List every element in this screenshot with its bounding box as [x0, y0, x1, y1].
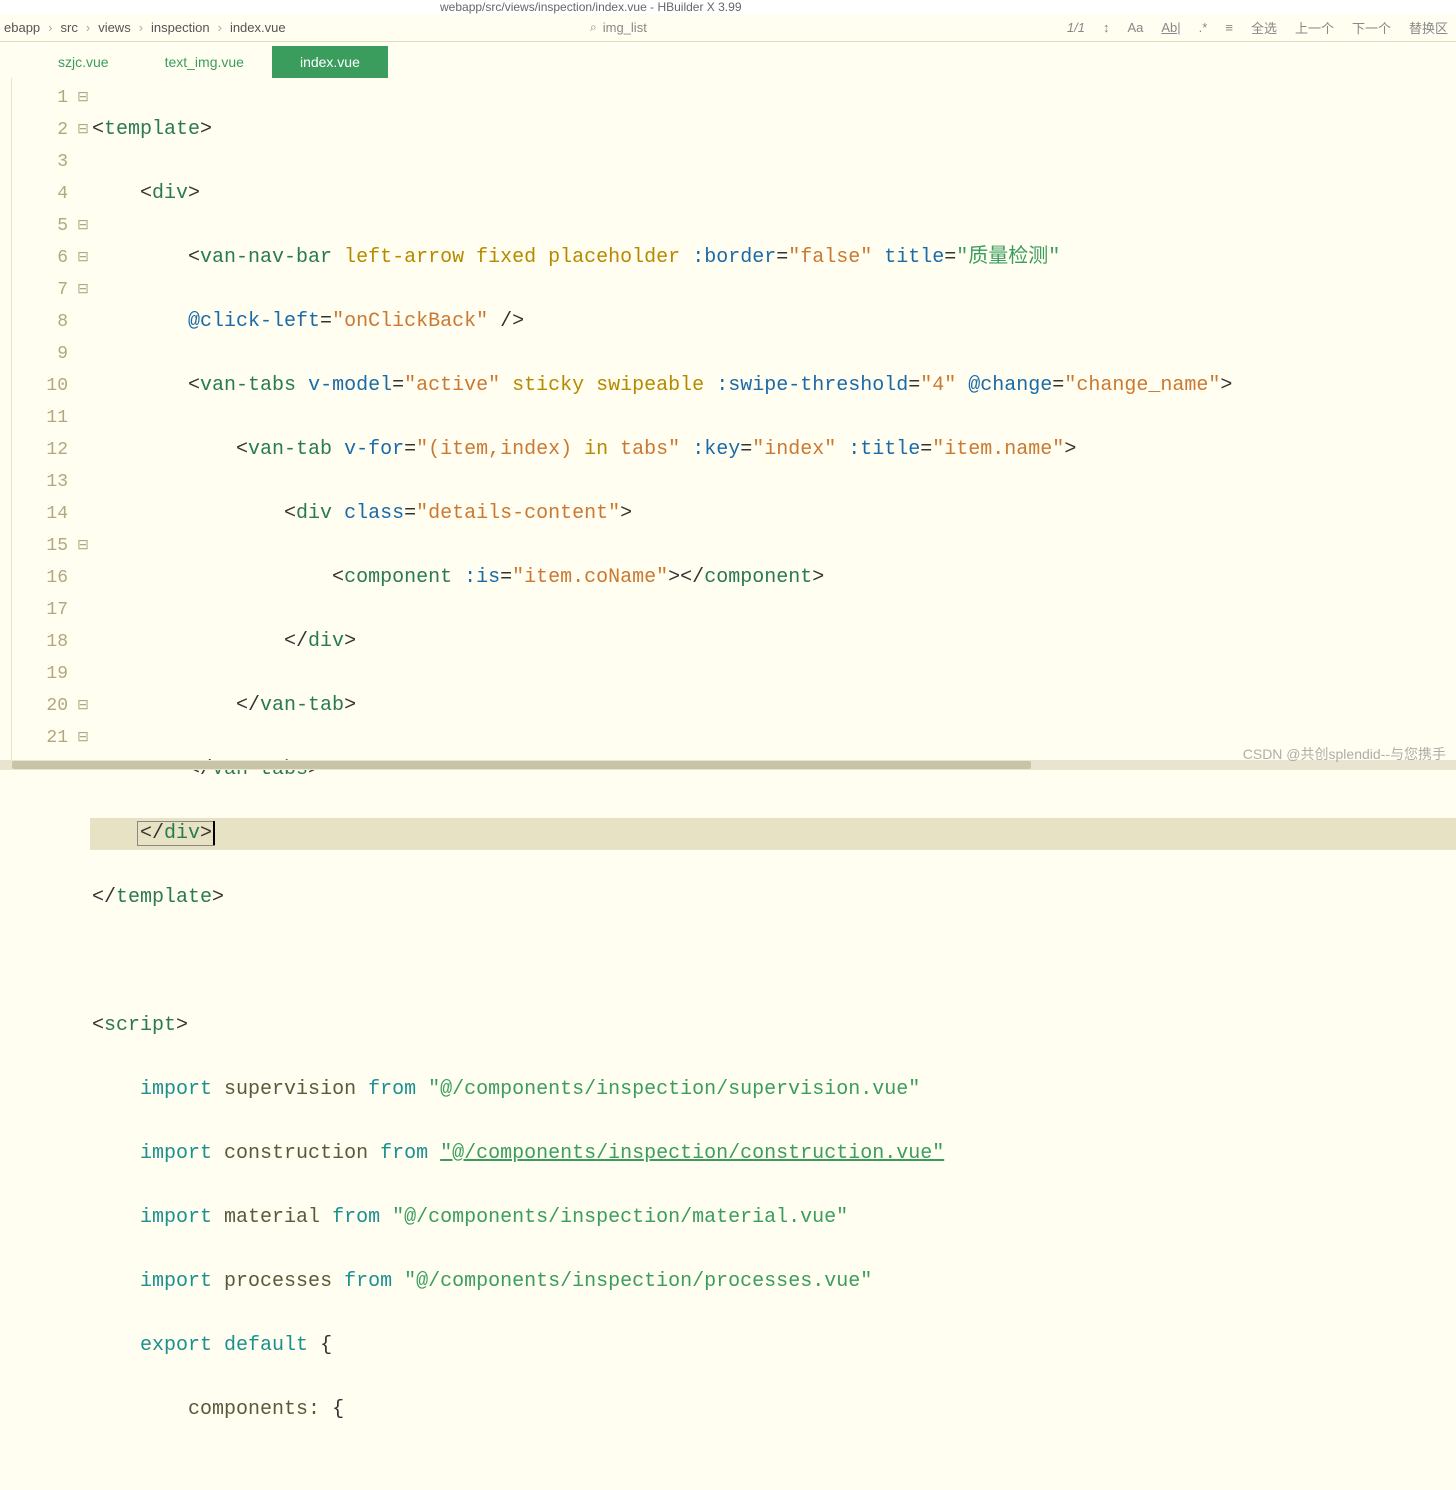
- header-row: ebapp › src › views › inspection › index.vue…: [0, 14, 1456, 42]
- replace-button[interactable]: 替换区: [1409, 18, 1448, 37]
- lines-icon[interactable]: ≡: [1225, 20, 1233, 35]
- breadcrumb-item[interactable]: inspection: [151, 20, 210, 35]
- breadcrumb-item[interactable]: ebapp: [4, 20, 40, 35]
- tab-text-img[interactable]: text_img.vue: [137, 46, 272, 78]
- scrollbar-thumb[interactable]: [12, 761, 1031, 769]
- search-icon: ⌕: [590, 20, 597, 35]
- watermark: CSDN @共创splendid--与您携手: [1243, 744, 1446, 764]
- editor-tabs: szjc.vue text_img.vue index.vue: [0, 42, 1456, 78]
- tab-szjc[interactable]: szjc.vue: [30, 46, 137, 78]
- chevron-right-icon: ›: [86, 20, 90, 35]
- chevron-right-icon: ›: [139, 20, 143, 35]
- horizontal-scrollbar[interactable]: [0, 760, 1456, 770]
- prev-button[interactable]: 上一个: [1295, 18, 1334, 37]
- line-gutter: 123456789101112131415161718192021: [12, 78, 76, 770]
- tab-index[interactable]: index.vue: [272, 46, 388, 78]
- menu-bar: webapp/src/views/inspection/index.vue - …: [0, 0, 1456, 14]
- chevron-right-icon: ›: [218, 20, 222, 35]
- match-counter: 1/1: [1067, 20, 1085, 35]
- search-box[interactable]: ⌕ img_list: [590, 20, 647, 35]
- fold-column: ⊟⊟⊟⊟⊟⊟⊟⊟: [76, 78, 90, 770]
- marker-strip: [0, 78, 12, 770]
- search-toolbar: 1/1 ↕ Aa Ab| .* ≡ 全选 上一个 下一个 替换区: [1067, 18, 1448, 37]
- chevron-right-icon: ›: [48, 20, 52, 35]
- search-input[interactable]: img_list: [603, 20, 647, 35]
- case-toggle[interactable]: Aa: [1127, 20, 1143, 35]
- breadcrumb-item[interactable]: src: [61, 20, 78, 35]
- next-button[interactable]: 下一个: [1352, 18, 1391, 37]
- breadcrumb: ebapp › src › views › inspection › index.vue: [0, 20, 286, 35]
- nav-icon[interactable]: ↕: [1103, 20, 1110, 35]
- editor-area: 123456789101112131415161718192021 ⊟⊟⊟⊟⊟⊟…: [0, 78, 1456, 770]
- select-all-button[interactable]: 全选: [1251, 18, 1277, 37]
- code-editor[interactable]: <template> <div> <van-nav-bar left-arrow…: [90, 78, 1456, 770]
- window-title: webapp/src/views/inspection/index.vue - …: [440, 0, 742, 14]
- regex-toggle[interactable]: .*: [1199, 20, 1208, 35]
- breadcrumb-item[interactable]: index.vue: [230, 20, 286, 35]
- breadcrumb-item[interactable]: views: [98, 20, 131, 35]
- word-toggle[interactable]: Ab|: [1161, 20, 1180, 35]
